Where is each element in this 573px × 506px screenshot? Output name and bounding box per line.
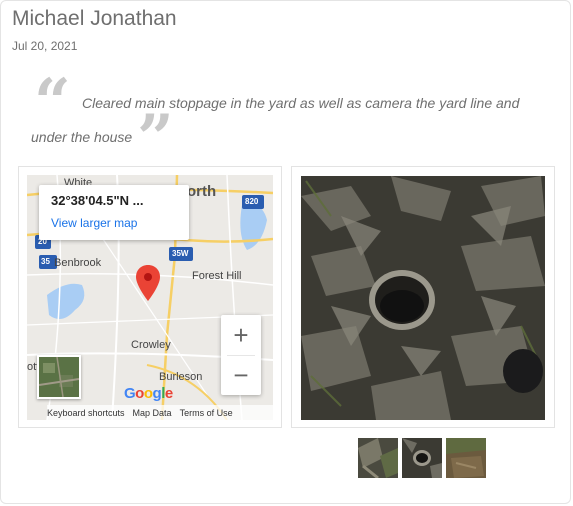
google-map[interactable]: White orth 820 35W 20 35 Benbrook Forest… [27,175,273,420]
satellite-toggle-button[interactable] [37,355,81,399]
map-panel: White orth 820 35W 20 35 Benbrook Forest… [18,166,282,428]
google-logo-letter: G [124,385,136,402]
zoom-out-button[interactable]: − [221,355,261,395]
map-label-crowley: Crowley [131,339,171,351]
thumbnail-1[interactable] [358,438,398,478]
review-text: Cleared main stoppage in the yard as wel… [31,95,520,145]
thumbnail-3[interactable] [446,438,486,478]
shield-i35: 35 [41,257,50,266]
terms-of-use-link[interactable]: Terms of Use [180,408,233,418]
map-label-burleson: Burleson [159,371,203,383]
thumbnail-2[interactable] [402,438,442,478]
map-data-link[interactable]: Map Data [133,408,172,418]
satellite-icon [38,356,80,398]
reviewer-name: Michael Jonathan [12,7,177,30]
keyboard-shortcuts-link[interactable]: Keyboard shortcuts [47,408,125,418]
map-pin-icon[interactable] [136,265,160,301]
shield-i820: 820 [245,197,259,206]
map-label-orth: orth [187,183,217,200]
map-label-forest-hill: Forest Hill [192,270,242,282]
google-logo-letter: o [143,385,153,402]
thumbnail-image [402,438,442,478]
review-date: Jul 20, 2021 [12,39,78,53]
main-photo[interactable] [301,176,545,420]
map-coordinates: 32°38'04.5"N ... [51,193,144,208]
zoom-in-button[interactable]: + [221,315,261,355]
map-info-box: 32°38'04.5"N ... View larger map [39,185,189,240]
close-quote-icon: ” [137,101,174,176]
photo-panel [291,166,555,428]
view-larger-map-link[interactable]: View larger map [51,216,137,230]
review-card: Michael Jonathan Jul 20, 2021 “ Cleared … [0,0,571,504]
google-logo-letter: g [152,385,162,402]
google-logo: Google [124,385,173,402]
map-footer: Keyboard shortcuts Map Data Terms of Use [47,405,273,420]
google-logo-letter: o [135,385,144,402]
map-label-benbrook: Benbrook [54,257,102,269]
thumbnail-image [446,438,486,478]
cleanout-photo-image [301,176,545,420]
thumbnail-image [358,438,398,478]
google-logo-letter: e [164,385,173,402]
shield-i35w: 35W [172,249,189,258]
zoom-controls: + − [221,315,261,395]
